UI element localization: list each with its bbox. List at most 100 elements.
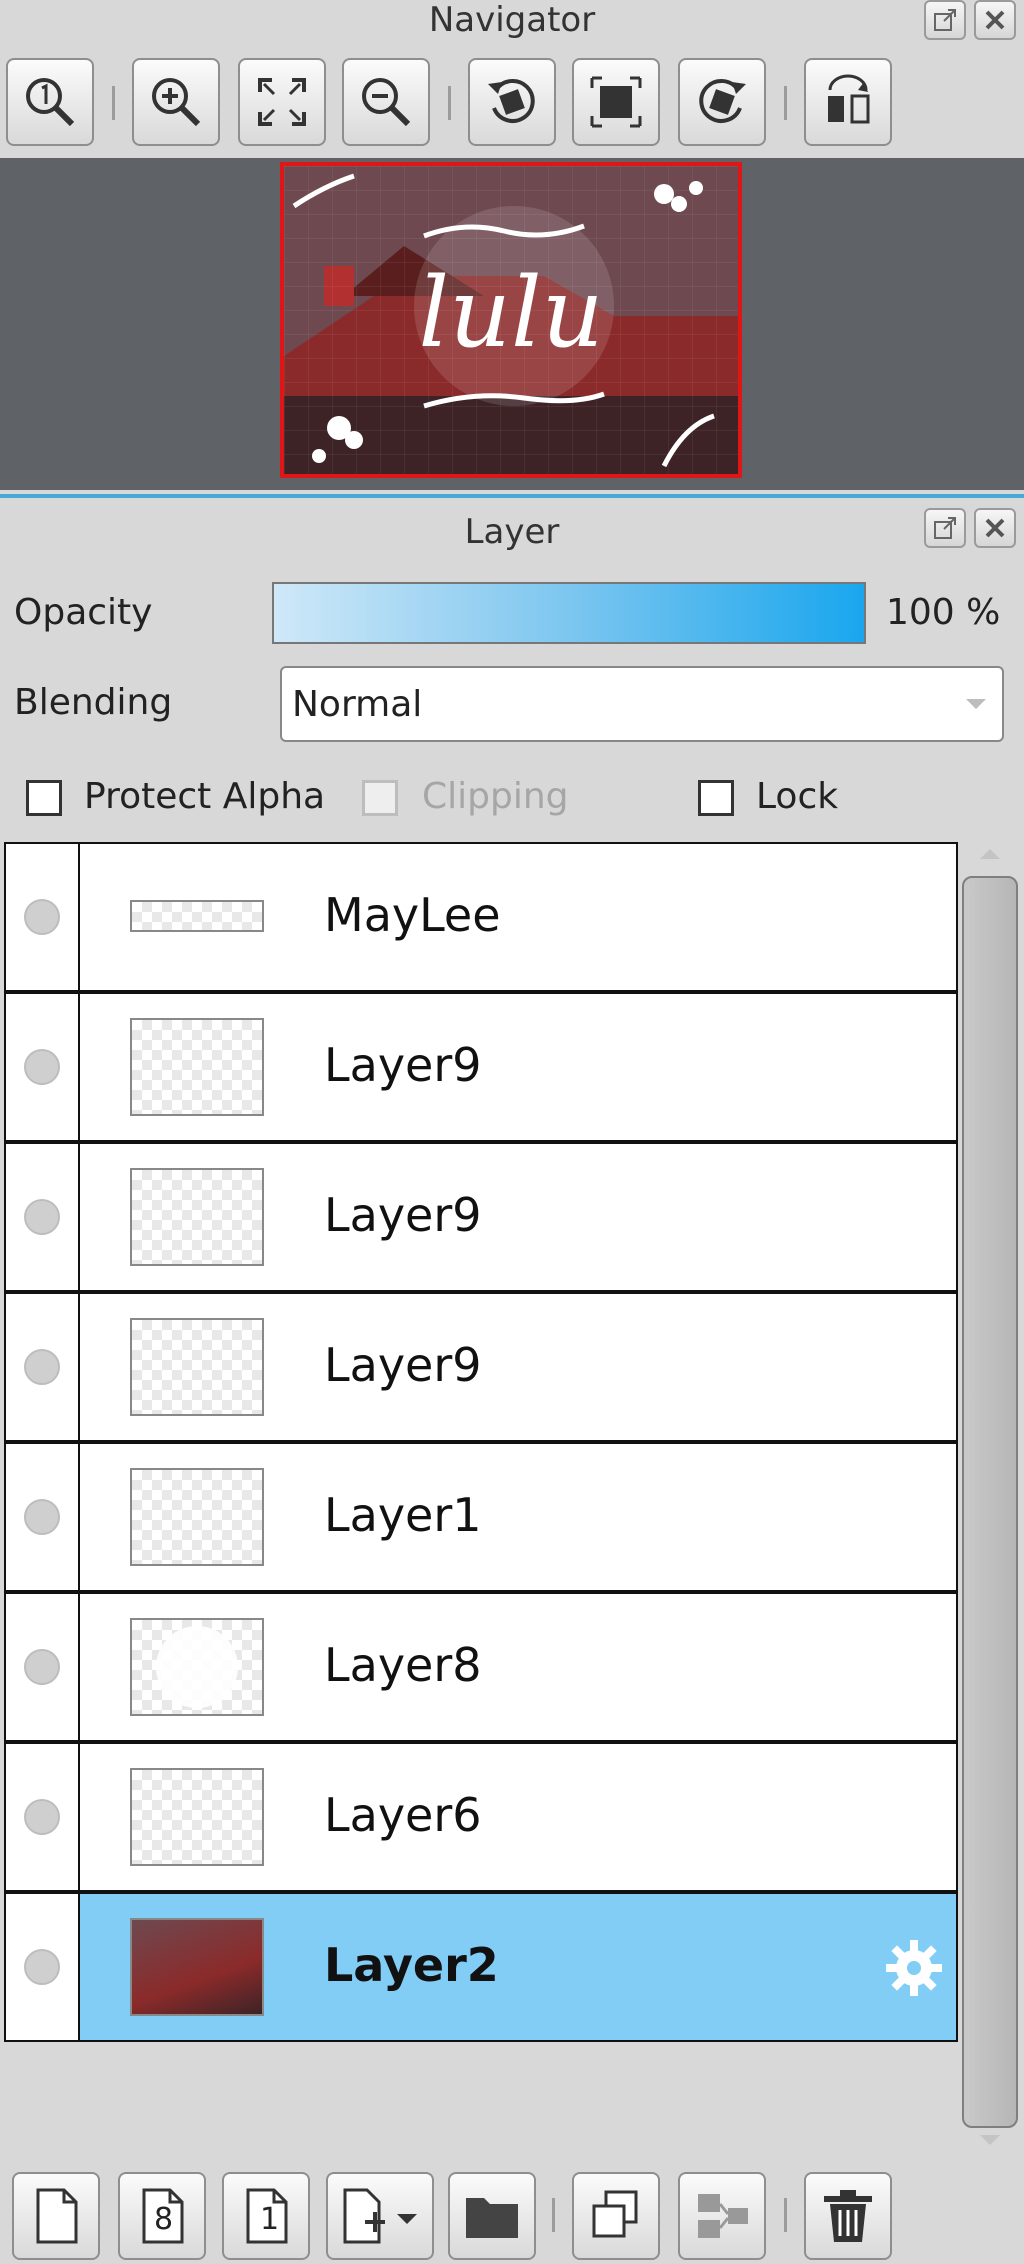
layer-name: Layer9 [324,1338,482,1392]
visibility-toggle[interactable] [6,1144,80,1290]
rotate-right-icon [699,79,746,123]
layer-name: Layer1 [324,1488,482,1542]
circle-shape [156,1626,238,1708]
layer-name: MayLee [324,888,501,942]
rotate-left-icon [488,79,535,123]
layer-thumbnail [130,1918,264,2016]
visibility-toggle[interactable] [6,1894,80,2040]
layer-thumbnail [130,1318,264,1416]
rotate-left-button[interactable] [468,58,556,146]
visibility-toggle[interactable] [6,844,80,990]
visibility-dot-icon [24,899,60,935]
delete-layer-button[interactable] [804,2172,892,2260]
blending-label: Blending [14,682,173,723]
new-folder-icon [466,2198,518,2238]
scroll-down-icon[interactable] [978,2132,1002,2148]
layer-thumbnail [130,1768,264,1866]
layer-row[interactable]: MayLee [4,842,958,992]
protect-alpha-checkbox[interactable] [26,780,62,816]
fit-screen-button[interactable] [238,58,326,146]
layer-thumbnail [130,1168,264,1266]
rotate-right-button[interactable] [678,58,766,146]
layer-row[interactable]: Layer9 [4,1142,958,1292]
visibility-dot-icon [24,1499,60,1535]
visibility-toggle[interactable] [6,1744,80,1890]
lock-label: Lock [756,776,839,817]
add-layer-menu-icon [343,2188,417,2244]
new-1bit-layer-button[interactable]: 1 [222,2172,310,2260]
scroll-thumb[interactable] [962,876,1018,2128]
opacity-value: 100 % [886,592,1001,633]
blending-select[interactable]: Normal [280,666,1004,742]
clipping-checkbox[interactable] [362,780,398,816]
zoom-out-button[interactable] [342,58,430,146]
visibility-dot-icon [24,1349,60,1385]
svg-text:lulu: lulu [418,257,603,369]
new-layer-icon [36,2188,78,2244]
new-8bit-layer-button[interactable]: 8 [118,2172,206,2260]
undock-icon[interactable] [924,0,966,40]
visibility-toggle[interactable] [6,994,80,1140]
layer-row[interactable]: Layer9 [4,1292,958,1442]
chevron-down-icon [966,699,986,709]
visibility-dot-icon [24,1649,60,1685]
close-icon[interactable] [974,0,1016,40]
visibility-toggle[interactable] [6,1444,80,1590]
visibility-dot-icon [24,1799,60,1835]
opacity-label: Opacity [14,592,153,633]
layer-name: Layer9 [324,1188,482,1242]
gear-icon[interactable] [882,1936,946,2000]
zoom-in-button[interactable] [132,58,220,146]
zoom-in-icon [152,78,201,127]
merge-down-icon [698,2194,748,2238]
lock-checkbox[interactable] [698,780,734,816]
layer-row[interactable]: Layer1 [4,1442,958,1592]
flip-button[interactable] [804,58,892,146]
layer-thumbnail [130,1018,264,1116]
add-layer-menu-button[interactable] [326,2172,434,2260]
close-icon[interactable] [974,508,1016,548]
layer-thumbnail [130,900,264,932]
visibility-toggle[interactable] [6,1294,80,1440]
fit-screen-icon [258,78,306,126]
zoom-actual-button[interactable] [6,58,94,146]
new-folder-button[interactable] [448,2172,536,2260]
layer-name: Layer9 [324,1038,482,1092]
undock-icon[interactable] [924,508,966,548]
navigator-thumbnail[interactable]: lulu [280,162,742,478]
blending-value: Normal [292,684,423,725]
duplicate-layer-button[interactable] [572,2172,660,2260]
delete-layer-icon [824,2190,872,2242]
layer-thumbnail [130,1468,264,1566]
panel-divider [0,494,1024,498]
one-bit-label: 1 [260,2202,280,2237]
visibility-toggle[interactable] [6,1594,80,1740]
opacity-slider[interactable] [272,582,866,644]
layer-name: Layer8 [324,1638,482,1692]
navigator-preview-art: lulu [284,166,738,474]
fit-width-icon [590,76,642,128]
visibility-dot-icon [24,1199,60,1235]
visibility-dot-icon [24,1049,60,1085]
zoom-out-icon [362,78,411,127]
fit-width-button[interactable] [572,58,660,146]
layer-list[interactable]: MayLee Layer9 Layer9 Layer9 Layer1 Layer… [4,842,958,2042]
zoom-actual-icon [26,78,75,127]
scroll-up-icon[interactable] [978,846,1002,862]
layer-panel-title: Layer [464,512,560,552]
layer-row[interactable]: Layer8 [4,1592,958,1742]
protect-alpha-label: Protect Alpha [84,776,326,817]
eight-bit-label: 8 [154,2202,174,2237]
layer-name: Layer2 [324,1938,499,1992]
layer-thumbnail [130,1618,264,1716]
layer-row-selected[interactable]: Layer2 [4,1892,958,2042]
flip-icon [828,74,870,124]
layer-row[interactable]: Layer9 [4,992,958,1142]
new-layer-button[interactable] [12,2172,100,2260]
navigator-title: Navigator [428,0,596,40]
duplicate-layer-icon [592,2190,638,2238]
clipping-label: Clipping [422,776,569,817]
layer-name: Layer6 [324,1788,482,1842]
layer-row[interactable]: Layer6 [4,1742,958,1892]
merge-down-button[interactable] [678,2172,766,2260]
